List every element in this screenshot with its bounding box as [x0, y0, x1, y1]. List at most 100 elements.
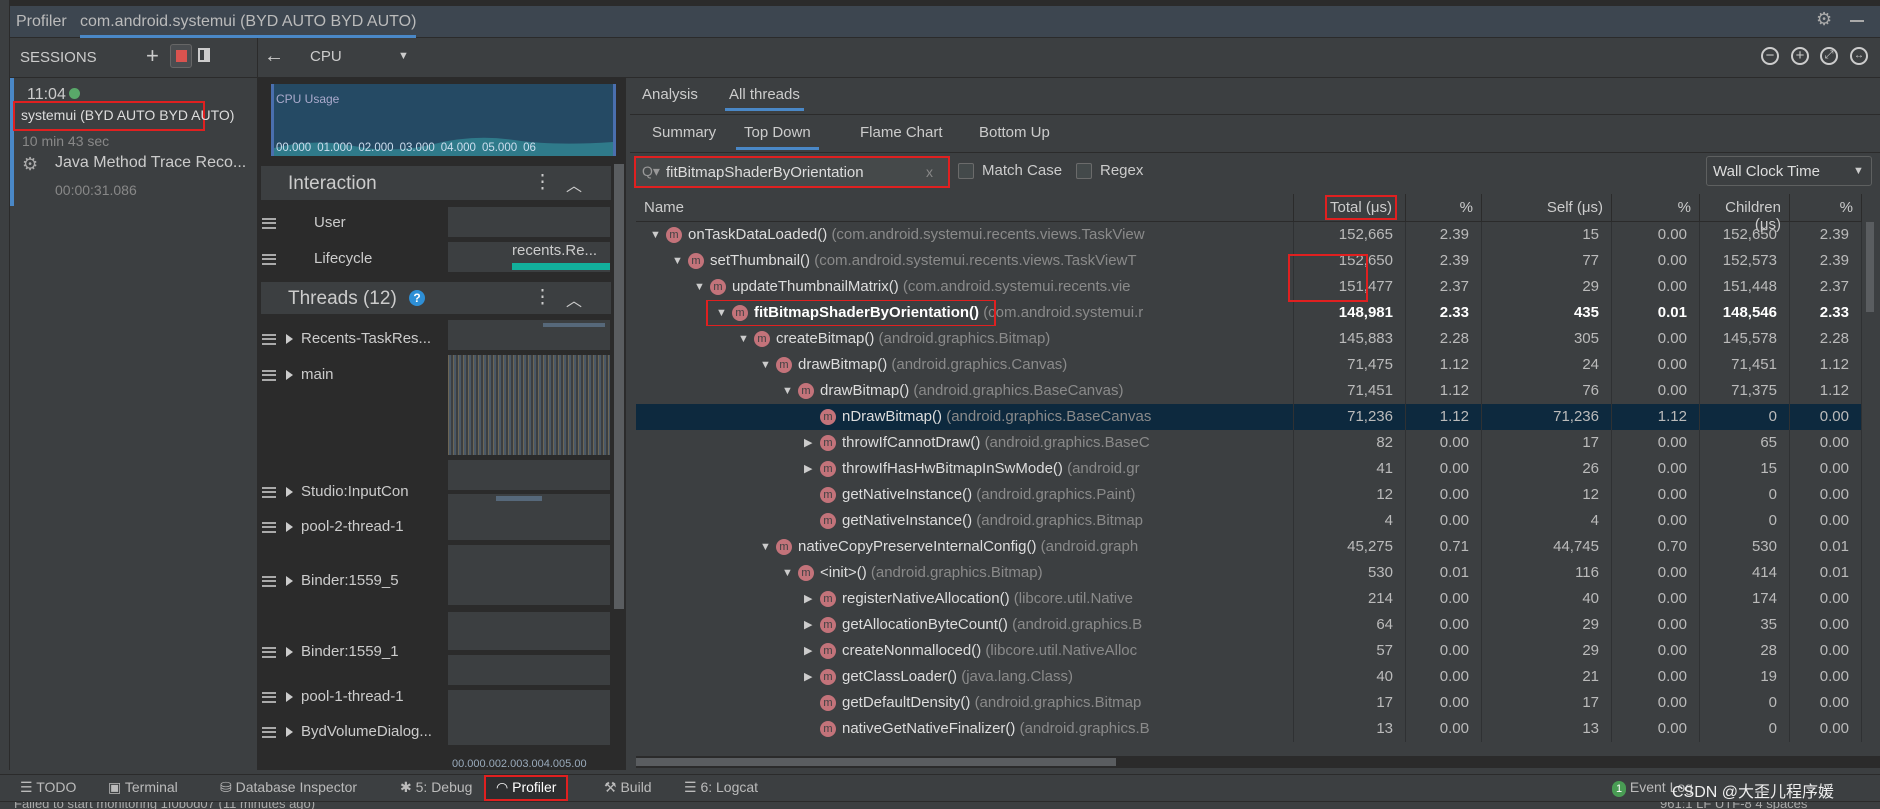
more-options-icon[interactable]: ⋮	[533, 171, 552, 194]
expanded-icon[interactable]: ▼	[672, 248, 688, 274]
table-row[interactable]: ▶ m getClassLoader() (java.lang.Class) 40 0.…	[636, 664, 1862, 690]
collapsed-icon[interactable]: ▶	[804, 664, 820, 690]
table-row[interactable]: ▶ m registerNativeAllocation() (libcore.ut…	[636, 586, 1862, 612]
tool-debug[interactable]: ✱ 5: Debug	[400, 779, 472, 796]
minimize-icon[interactable]	[1850, 20, 1864, 22]
drag-handle-icon[interactable]	[262, 369, 276, 381]
tab-flame-chart[interactable]: Flame Chart	[860, 124, 943, 141]
expanded-icon[interactable]: ▼	[760, 534, 776, 560]
lifecycle-event[interactable]: recents.Re...	[512, 242, 597, 259]
expand-icon[interactable]	[286, 727, 293, 738]
session-process[interactable]: systemui (BYD AUTO BYD AUTO)	[13, 101, 234, 131]
tab-top-down[interactable]: Top Down	[736, 124, 819, 150]
tab-analysis[interactable]: Analysis	[642, 86, 698, 103]
table-row[interactable]: ▼ m <init>() (android.graphics.Bitmap) 530 0…	[636, 560, 1862, 586]
thread-row[interactable]: BydVolumeDialog...	[262, 723, 432, 740]
clear-search-icon[interactable]: x	[926, 164, 933, 180]
table-row[interactable]: m getNativeInstance() (android.graphics.B…	[636, 508, 1862, 534]
thread-row[interactable]: Binder:1559_1	[262, 643, 399, 660]
expanded-icon[interactable]: ▼	[760, 352, 776, 378]
table-row[interactable]: ▼ m drawBitmap() (android.graphics.Canvas)…	[636, 352, 1862, 378]
drag-handle-icon[interactable]	[262, 217, 276, 229]
gear-icon[interactable]: ⚙	[1816, 9, 1832, 30]
tool-profiler[interactable]: ◠ Profiler	[484, 775, 569, 801]
help-icon[interactable]: ?	[409, 290, 425, 306]
col-total-pct[interactable]: %	[1406, 194, 1482, 221]
collapsed-icon[interactable]: ▶	[804, 586, 820, 612]
table-row[interactable]: ▶ m createNonmalloced() (libcore.util.Nati…	[636, 638, 1862, 664]
collapse-panel-icon[interactable]	[198, 48, 210, 62]
drag-handle-icon[interactable]	[262, 691, 276, 703]
tab-bottom-up[interactable]: Bottom Up	[979, 124, 1050, 141]
tool-database-inspector[interactable]: ⛁ Database Inspector	[220, 779, 357, 796]
table-row[interactable]: ▶ m getAllocationByteCount() (android.grap…	[636, 612, 1862, 638]
drag-handle-icon[interactable]	[262, 726, 276, 738]
table-row[interactable]: ▶ m throwIfCannotDraw() (android.graphics.…	[636, 430, 1862, 456]
tool-build[interactable]: ⚒ Build	[604, 779, 652, 796]
expand-icon[interactable]	[286, 692, 293, 703]
regex-checkbox[interactable]: Regex	[1076, 162, 1143, 180]
expand-icon[interactable]	[286, 334, 293, 345]
table-row[interactable]: m nDrawBitmap() (android.graphics.BaseCan…	[636, 404, 1862, 430]
col-name[interactable]: Name	[636, 194, 1294, 221]
tool-todo[interactable]: ☰ TODO	[20, 779, 76, 796]
collapsed-icon[interactable]: ▶	[804, 456, 820, 482]
collapsed-icon[interactable]: ▶	[804, 430, 820, 456]
table-row[interactable]: m nativeGetNativeFinalizer() (android.gra…	[636, 716, 1862, 742]
chevron-down-icon[interactable]: ▼	[398, 50, 409, 62]
profiler-select[interactable]: CPU	[310, 48, 342, 65]
thread-row[interactable]: pool-2-thread-1	[262, 518, 404, 535]
tab-all-threads[interactable]: All threads	[725, 86, 804, 111]
arrow-left-icon[interactable]: ←	[264, 45, 284, 68]
drag-handle-icon[interactable]	[262, 575, 276, 587]
stop-session-button[interactable]	[170, 44, 192, 68]
cpu-usage-chart[interactable]: CPU Usage 00.000 01.000 02.000 03.000 04…	[271, 84, 616, 156]
expand-icon[interactable]	[286, 576, 293, 587]
tool-logcat[interactable]: ☰ 6: Logcat	[684, 779, 758, 796]
thread-row[interactable]: main	[262, 366, 334, 383]
tool-terminal[interactable]: ▣ Terminal	[108, 779, 178, 796]
expanded-icon[interactable]: ▼	[650, 222, 666, 248]
timeline-scrollbar[interactable]	[614, 164, 624, 609]
table-row[interactable]: ▼ m updateThumbnailMatrix() (com.android.s…	[636, 274, 1862, 300]
add-session-icon[interactable]: +	[146, 43, 159, 69]
table-hscroll[interactable]	[636, 756, 1880, 768]
search-input[interactable]: Q▾ fitBitmapShaderByOrientation x	[634, 156, 950, 188]
collapsed-icon[interactable]: ▶	[804, 612, 820, 638]
match-case-checkbox[interactable]: Match Case	[958, 162, 1062, 180]
session-tab[interactable]: com.android.systemui (BYD AUTO BYD AUTO)	[80, 13, 417, 38]
col-children-pct[interactable]: %	[1790, 194, 1862, 221]
drag-handle-icon[interactable]	[262, 486, 276, 498]
table-row[interactable]: ▼ m nativeCopyPreserveInternalConfig() (an…	[636, 534, 1862, 560]
status-position[interactable]: 961:1 LF UTF-8 4 spaces	[1660, 802, 1807, 809]
zoom-in-icon[interactable]: +	[1791, 47, 1809, 65]
table-row[interactable]: m getNativeInstance() (android.graphics.P…	[636, 482, 1862, 508]
thread-row[interactable]: Studio:InputCon	[262, 483, 409, 500]
reset-zoom-icon[interactable]: ⤢	[1820, 47, 1838, 65]
expand-icon[interactable]	[286, 487, 293, 498]
clock-type-select[interactable]: Wall Clock Time ▼	[1706, 156, 1872, 186]
col-self-pct[interactable]: %	[1612, 194, 1700, 221]
drag-handle-icon[interactable]	[262, 253, 276, 265]
table-row[interactable]: ▼ m onTaskDataLoaded() (com.android.system…	[636, 222, 1862, 248]
table-row[interactable]: ▼ m fitBitmapShaderByOrientation() (com.an…	[636, 300, 1862, 326]
tab-summary[interactable]: Summary	[652, 124, 716, 141]
recording-item[interactable]: Java Method Trace Reco...	[55, 154, 246, 172]
zoom-out-icon[interactable]: −	[1761, 47, 1779, 65]
expanded-icon[interactable]: ▼	[782, 560, 798, 586]
table-row[interactable]: ▶ m throwIfHasHwBitmapInSwMode() (android.…	[636, 456, 1862, 482]
thread-row[interactable]: Recents-TaskRes...	[262, 330, 431, 347]
thread-row[interactable]: pool-1-thread-1	[262, 688, 404, 705]
expanded-icon[interactable]: ▼	[738, 326, 754, 352]
collapsed-icon[interactable]: ▶	[804, 638, 820, 664]
expand-icon[interactable]	[286, 370, 293, 381]
drag-handle-icon[interactable]	[262, 521, 276, 533]
table-row[interactable]: ▼ m drawBitmap() (android.graphics.BaseCan…	[636, 378, 1862, 404]
table-row[interactable]: m getDefaultDensity() (android.graphics.B…	[636, 690, 1862, 716]
col-total[interactable]: Total (μs)	[1294, 194, 1406, 221]
table-vscroll[interactable]	[1862, 222, 1880, 722]
expand-icon[interactable]	[286, 522, 293, 533]
collapse-icon[interactable]: ︿	[566, 287, 582, 311]
expanded-icon[interactable]: ▼	[782, 378, 798, 404]
col-self[interactable]: Self (μs)	[1482, 194, 1612, 221]
